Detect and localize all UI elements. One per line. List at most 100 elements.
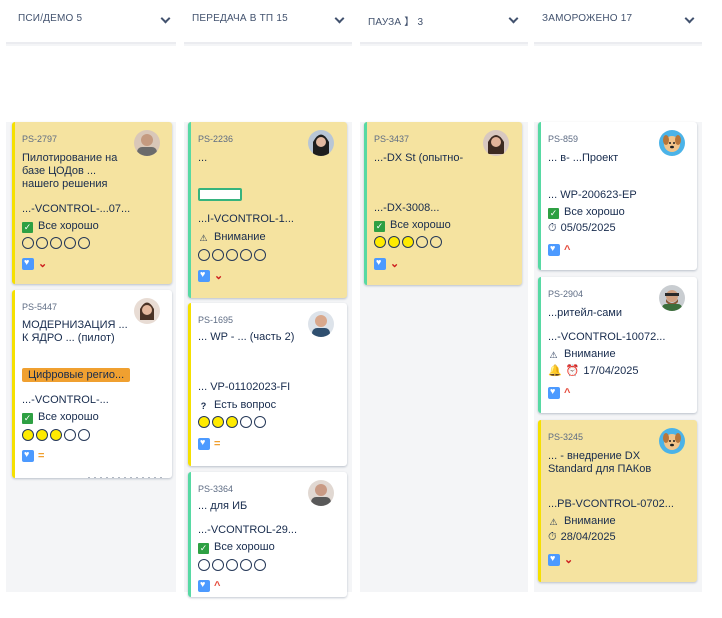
rating-circle: [50, 237, 62, 249]
column-count: 15: [276, 13, 288, 24]
column-spacer: [360, 46, 528, 122]
rating-circle: [78, 429, 90, 441]
avatar[interactable]: [659, 428, 685, 454]
flag-icon: [548, 553, 560, 566]
issue-card[interactable]: PS-3437 ...-DX St (опытно- ...-DX-3008..…: [364, 122, 522, 285]
issue-title: МОДЕРНИЗАЦИЯ ... К ЯДРО ... (пилот): [22, 319, 128, 344]
issue-code: ...PB-VCONTROL-0702...: [548, 498, 674, 510]
check-icon: ✓: [22, 222, 33, 233]
issue-title: ... - внедрение DX Standard для ПАКов: [548, 450, 652, 475]
chevron-down-icon[interactable]: [508, 13, 519, 24]
avatar[interactable]: [659, 130, 685, 156]
flag-icon: [198, 437, 210, 450]
issue-title: ... WP - ... (часть 2): [198, 331, 295, 343]
issue-card[interactable]: PS-859 ... в- ...Проект ... WP-200623-EP…: [538, 122, 697, 270]
status-text: ✓ Все хорошо: [22, 411, 99, 424]
card-stripe: [188, 303, 191, 466]
card-footer: ⌄: [374, 257, 514, 270]
card-stripe: [364, 122, 367, 285]
card-footer: ⌄: [22, 257, 162, 270]
issue-key[interactable]: PS-2797: [22, 134, 57, 144]
flag-icon: [22, 257, 34, 270]
issue-code: ... VP-01102023-FI: [198, 381, 291, 393]
column-header-frozen[interactable]: ЗАМОРОЖЕНО 17: [534, 0, 702, 44]
date-label: 17/04/2025: [583, 365, 639, 377]
column-spacer: [6, 46, 176, 122]
card-footer: ⌄: [548, 553, 688, 566]
rating-circle: [416, 236, 428, 248]
rating-circle: [388, 236, 400, 248]
issue-card[interactable]: PS-5447 МОДЕРНИЗАЦИЯ ... К ЯДРО ... (пил…: [12, 290, 172, 478]
card-footer: =: [22, 449, 162, 462]
check-icon: ✓: [548, 208, 559, 219]
issue-card[interactable]: PS-2236 ... ...I-VCONTROL-1... ⚠ Внимание…: [188, 122, 347, 298]
rating-circle: [240, 416, 252, 428]
avatar[interactable]: [134, 130, 160, 156]
avatar[interactable]: [659, 285, 685, 311]
issue-key[interactable]: PS-2904: [548, 289, 583, 299]
card-stripe: [188, 122, 191, 298]
rating-circles: [198, 415, 268, 428]
status-text: ✓ Все хорошо: [548, 206, 625, 219]
issue-card[interactable]: PS-3245 ... - внедрение DX Standard для …: [538, 420, 697, 582]
due-date: ⏱ 05/05/2025: [548, 222, 616, 235]
flag-icon: [198, 579, 210, 592]
status-text: ⚠ Внимание: [548, 515, 615, 528]
column-spacer: [534, 46, 702, 122]
issue-code: ...-VCONTROL-...: [22, 394, 109, 406]
status-label: Все хорошо: [214, 541, 275, 553]
rating-circle: [78, 237, 90, 249]
column-header-transfer[interactable]: ПЕРЕДАЧА В ТП 15: [184, 0, 352, 44]
avatar[interactable]: [308, 480, 334, 506]
issue-key[interactable]: PS-3437: [374, 134, 409, 144]
rating-circle: [402, 236, 414, 248]
column-header-psi-demo[interactable]: ПСИ/ДЕМО 5: [6, 0, 176, 44]
chevron-down-icon[interactable]: [684, 13, 695, 24]
avatar[interactable]: [483, 130, 509, 156]
question-icon: ?: [200, 401, 207, 411]
due-date: 🔔 ⏰ 17/04/2025: [548, 364, 638, 377]
issue-key[interactable]: PS-2236: [198, 134, 233, 144]
status-label: Все хорошо: [390, 219, 451, 231]
status-label: Внимание: [214, 231, 266, 243]
rating-circles: [198, 558, 268, 571]
issue-title: ...: [198, 152, 208, 164]
date-label: 28/04/2025: [560, 531, 616, 543]
rating-circles: [374, 235, 444, 248]
issue-key[interactable]: PS-5447: [22, 302, 57, 312]
issue-key[interactable]: PS-3245: [548, 432, 583, 442]
rating-circle: [240, 249, 252, 261]
column-header-pause[interactable]: ПАУЗА 】 3: [360, 0, 528, 44]
issue-card[interactable]: PS-3364 ... для ИБ ...-VCONTROL-29... ✓ В…: [188, 472, 347, 597]
check-icon: ✓: [198, 543, 209, 554]
issue-card[interactable]: PS-2904 ...ритейл-сами ...-VCONTROL-1007…: [538, 277, 697, 413]
rating-circles: [198, 248, 268, 261]
card-dots: [84, 466, 162, 478]
priority-medium-icon: =: [214, 438, 221, 450]
card-stripe: [538, 122, 541, 270]
issue-code: ... WP-200623-EP: [548, 189, 637, 201]
issue-key[interactable]: PS-859: [548, 134, 578, 144]
issue-code: ...-DX-3008...: [374, 202, 440, 214]
avatar[interactable]: [308, 130, 334, 156]
chevron-down-icon[interactable]: [160, 13, 171, 24]
alarm-icon: ⏰: [565, 365, 580, 377]
issue-key[interactable]: PS-1695: [198, 315, 233, 325]
status-label: Внимание: [564, 348, 616, 360]
rating-circle: [36, 237, 48, 249]
flag-icon: [548, 243, 560, 256]
issue-card[interactable]: PS-1695 ... WP - ... (часть 2) ... VP-01…: [188, 303, 347, 466]
issue-card[interactable]: PS-2797 Пилотирование на базе ЦОДов ... …: [12, 122, 172, 284]
issue-key[interactable]: PS-3364: [198, 484, 233, 494]
avatar[interactable]: [134, 298, 160, 324]
flag-icon: [198, 269, 210, 282]
label-tag[interactable]: [198, 188, 242, 201]
issue-title: Пилотирование на базе ЦОДов ... нашего р…: [22, 152, 118, 190]
label-tag[interactable]: Цифровые регио...: [22, 368, 131, 382]
card-stripe: [188, 472, 191, 597]
column-count: 17: [620, 13, 633, 24]
flag-icon: [548, 386, 560, 399]
rating-circle: [212, 416, 224, 428]
avatar[interactable]: [308, 311, 334, 337]
chevron-down-icon[interactable]: [334, 13, 345, 24]
